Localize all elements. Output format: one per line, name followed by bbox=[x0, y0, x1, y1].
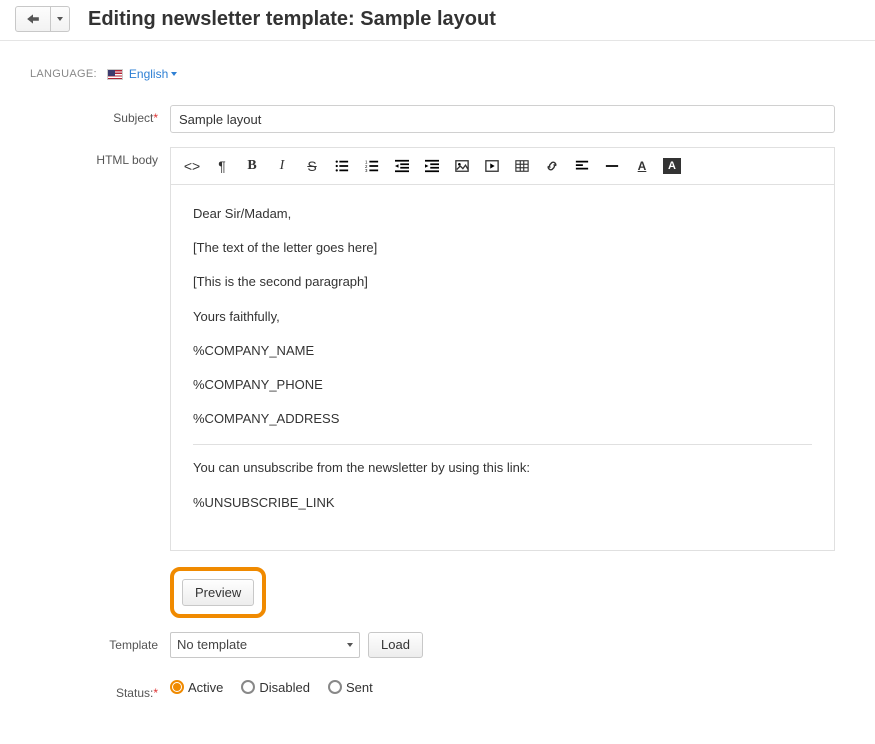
editor-line: You can unsubscribe from the newsletter … bbox=[193, 459, 812, 477]
source-code-icon[interactable]: <> bbox=[177, 154, 207, 178]
paragraph-icon[interactable]: ¶ bbox=[207, 154, 237, 178]
row-html-body: HTML body <> ¶ B I S 123 bbox=[30, 147, 845, 551]
status-label: Status:* bbox=[30, 680, 170, 700]
indent-icon[interactable] bbox=[417, 154, 447, 178]
radio-icon bbox=[241, 680, 255, 694]
row-template: Template No template Load bbox=[30, 632, 845, 658]
chevron-down-icon bbox=[347, 643, 353, 647]
row-status: Status:* Active Disabled Sent bbox=[30, 680, 845, 700]
form-area: Subject* HTML body <> ¶ B I S 123 bbox=[0, 91, 875, 744]
strikethrough-icon[interactable]: S bbox=[297, 154, 327, 178]
preview-highlight: Preview bbox=[170, 567, 266, 618]
language-row: LANGUAGE: English bbox=[0, 41, 875, 91]
editor-divider bbox=[193, 444, 812, 445]
page-header: Editing newsletter template: Sample layo… bbox=[0, 0, 875, 41]
editor-line: %COMPANY_ADDRESS bbox=[193, 410, 812, 428]
subject-input[interactable] bbox=[170, 105, 835, 133]
radio-icon bbox=[170, 680, 184, 694]
editor-line: Yours faithfully, bbox=[193, 308, 812, 326]
status-radio-sent[interactable]: Sent bbox=[328, 680, 373, 695]
language-selector[interactable]: English bbox=[129, 67, 177, 81]
language-label: LANGUAGE: bbox=[30, 68, 97, 80]
back-button-group bbox=[15, 6, 70, 32]
preview-button[interactable]: Preview bbox=[182, 579, 254, 606]
required-marker: * bbox=[153, 111, 158, 125]
radio-label: Disabled bbox=[259, 680, 310, 695]
editor-line: [The text of the letter goes here] bbox=[193, 239, 812, 257]
htmlbody-label: HTML body bbox=[30, 147, 170, 167]
editor-line: Dear Sir/Madam, bbox=[193, 205, 812, 223]
unordered-list-icon[interactable] bbox=[327, 154, 357, 178]
required-marker: * bbox=[153, 686, 158, 700]
italic-icon[interactable]: I bbox=[267, 154, 297, 178]
radio-label: Sent bbox=[346, 680, 373, 695]
page-title: Editing newsletter template: Sample layo… bbox=[88, 8, 496, 31]
radio-label: Active bbox=[188, 680, 223, 695]
outdent-icon[interactable] bbox=[387, 154, 417, 178]
editor-content[interactable]: Dear Sir/Madam, [The text of the letter … bbox=[171, 185, 834, 550]
svg-text:3: 3 bbox=[365, 168, 368, 173]
template-select-value: No template bbox=[177, 637, 247, 652]
row-preview: Preview bbox=[30, 567, 845, 618]
horizontal-rule-icon[interactable] bbox=[597, 154, 627, 178]
row-subject: Subject* bbox=[30, 105, 845, 133]
back-arrow-icon bbox=[26, 13, 40, 25]
editor-line: %UNSUBSCRIBE_LINK bbox=[193, 494, 812, 512]
radio-icon bbox=[328, 680, 342, 694]
video-icon[interactable] bbox=[477, 154, 507, 178]
html-editor: <> ¶ B I S 123 bbox=[170, 147, 835, 551]
back-button[interactable] bbox=[15, 6, 51, 32]
editor-line: %COMPANY_PHONE bbox=[193, 376, 812, 394]
subject-label: Subject* bbox=[30, 105, 170, 125]
ordered-list-icon[interactable]: 123 bbox=[357, 154, 387, 178]
status-radio-disabled[interactable]: Disabled bbox=[241, 680, 310, 695]
chevron-down-icon bbox=[171, 72, 177, 76]
back-button-dropdown[interactable] bbox=[51, 6, 70, 32]
image-icon[interactable] bbox=[447, 154, 477, 178]
language-value: English bbox=[129, 67, 168, 81]
background-color-icon[interactable]: A bbox=[663, 158, 681, 174]
status-radio-active[interactable]: Active bbox=[170, 680, 223, 695]
template-label: Template bbox=[30, 632, 170, 652]
chevron-down-icon bbox=[57, 17, 63, 21]
text-color-icon[interactable]: A bbox=[627, 154, 657, 178]
load-button[interactable]: Load bbox=[368, 632, 423, 658]
align-icon[interactable] bbox=[567, 154, 597, 178]
editor-line: %COMPANY_NAME bbox=[193, 342, 812, 360]
link-icon[interactable] bbox=[537, 154, 567, 178]
editor-line: [This is the second paragraph] bbox=[193, 273, 812, 291]
bold-icon[interactable]: B bbox=[237, 154, 267, 178]
editor-toolbar: <> ¶ B I S 123 bbox=[171, 148, 834, 185]
table-icon[interactable] bbox=[507, 154, 537, 178]
template-select[interactable]: No template bbox=[170, 632, 360, 658]
flag-us-icon bbox=[107, 69, 123, 80]
